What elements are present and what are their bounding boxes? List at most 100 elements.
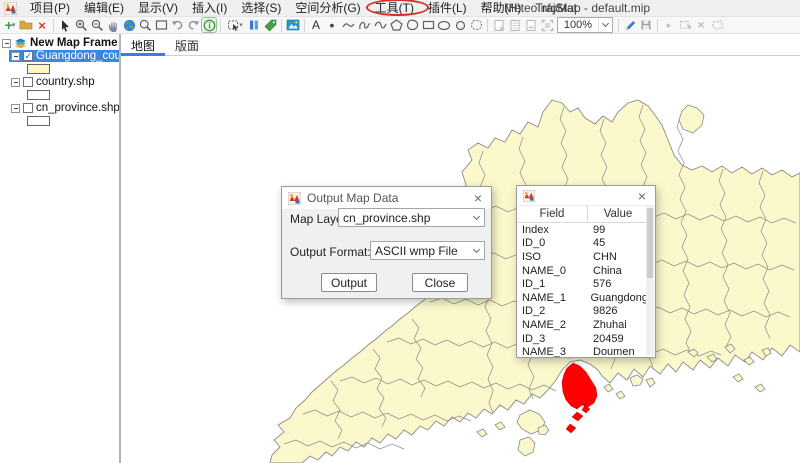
freehand-icon[interactable] bbox=[356, 17, 372, 33]
pointer-icon[interactable] bbox=[57, 17, 73, 33]
undo-icon[interactable] bbox=[169, 17, 185, 33]
table-row[interactable]: NAME_3Doumen bbox=[517, 345, 648, 357]
menu-spatial-analysis[interactable]: 空间分析(G) bbox=[288, 0, 367, 16]
lasso-icon[interactable] bbox=[468, 17, 484, 33]
map-frame-label: New Map Frame bbox=[30, 37, 118, 49]
layer-checkbox-checked[interactable] bbox=[23, 51, 33, 61]
menu-edit[interactable]: 编辑(E) bbox=[77, 0, 131, 16]
value-column-header[interactable]: Value bbox=[588, 206, 648, 222]
layer-node-guangdong-county[interactable]: Guangdong_county.shp bbox=[9, 50, 119, 62]
document-area: 地图 版面 bbox=[121, 34, 800, 463]
value-cell: CHN bbox=[588, 251, 648, 263]
zoom-level-value: 100% bbox=[558, 19, 598, 31]
map-layer-combo[interactable]: cn_province.shp bbox=[338, 208, 485, 227]
view-tabbar: 地图 版面 bbox=[121, 34, 800, 56]
copy-legend-icon[interactable] bbox=[507, 17, 523, 33]
map-canvas[interactable]: Output Map Data × Map Layer: cn_province… bbox=[121, 57, 800, 463]
selected-region-doumen[interactable] bbox=[562, 363, 597, 433]
layer-checkbox-unchecked[interactable] bbox=[23, 103, 33, 113]
table-row[interactable]: NAME_2Zhuhai bbox=[517, 318, 648, 332]
freehand-polygon-icon[interactable] bbox=[404, 17, 420, 33]
zoom-level-combo[interactable]: 100% bbox=[557, 17, 613, 33]
ellipse-icon[interactable] bbox=[436, 17, 452, 33]
table-row[interactable]: ID_320459 bbox=[517, 332, 648, 346]
select-feature-icon[interactable]: ▾ bbox=[224, 17, 246, 33]
redo-icon[interactable] bbox=[185, 17, 201, 33]
search-icon[interactable] bbox=[137, 17, 153, 33]
table-row[interactable]: Index99 bbox=[517, 223, 648, 237]
menu-tools[interactable]: 工具(T) bbox=[368, 0, 421, 16]
legend-swatch-row bbox=[0, 89, 119, 101]
fit-window-icon[interactable] bbox=[539, 17, 555, 33]
polygon-icon[interactable] bbox=[388, 17, 404, 33]
full-extent-globe-icon[interactable] bbox=[121, 17, 137, 33]
delete-feature-icon[interactable]: × bbox=[693, 17, 709, 33]
zoom-in-icon[interactable] bbox=[73, 17, 89, 33]
field-cell: ID_1 bbox=[517, 278, 588, 290]
edit-pencil-icon[interactable] bbox=[622, 17, 638, 33]
chevron-down-icon[interactable] bbox=[468, 242, 484, 259]
remove-layers-icon[interactable]: × bbox=[34, 17, 50, 33]
save-edits-icon[interactable] bbox=[638, 17, 654, 33]
layer-node-cn-province[interactable]: cn_province.shp bbox=[9, 102, 119, 114]
copy-scalebar-icon[interactable] bbox=[523, 17, 539, 33]
menu-insert[interactable]: 插入(I) bbox=[185, 0, 234, 16]
circle-icon[interactable] bbox=[452, 17, 468, 33]
edit-dropdown-icon[interactable]: ▸ bbox=[661, 17, 677, 33]
dialog-titlebar[interactable]: Output Map Data × bbox=[282, 187, 491, 209]
zoom-combo-dropdown[interactable] bbox=[598, 18, 612, 32]
reshape-feature-icon[interactable] bbox=[709, 17, 725, 33]
close-button[interactable]: Close bbox=[412, 273, 468, 292]
close-icon[interactable]: × bbox=[471, 191, 485, 205]
menu-project[interactable]: 项目(P) bbox=[23, 0, 77, 16]
collapse-icon[interactable] bbox=[11, 78, 20, 87]
legend-swatch-guangdong[interactable] bbox=[27, 64, 50, 74]
field-column-header[interactable]: Field bbox=[517, 206, 588, 222]
layer-checkbox-unchecked[interactable] bbox=[23, 77, 33, 87]
table-row[interactable]: NAME_1Guangdong bbox=[517, 291, 648, 305]
open-file-icon[interactable] bbox=[18, 17, 34, 33]
pan-icon[interactable] bbox=[105, 17, 121, 33]
map-frame-node[interactable]: New Map Frame bbox=[0, 37, 119, 49]
collapse-icon[interactable] bbox=[2, 39, 11, 48]
chevron-down-icon[interactable] bbox=[468, 209, 484, 226]
menu-plugins[interactable]: 插件(L) bbox=[421, 0, 474, 16]
output-format-combo[interactable]: ASCII wmp File bbox=[370, 241, 485, 260]
tab-layout[interactable]: 版面 bbox=[165, 34, 209, 55]
value-cell: 99 bbox=[588, 224, 648, 236]
menu-selection[interactable]: 选择(S) bbox=[234, 0, 288, 16]
table-row[interactable]: ISOCHN bbox=[517, 250, 648, 264]
attribute-columns-icon[interactable] bbox=[246, 17, 262, 33]
layer-label: Guangdong_county.shp bbox=[36, 50, 119, 62]
legend-swatch-country[interactable] bbox=[27, 90, 50, 100]
output-button[interactable]: Output bbox=[321, 273, 377, 292]
table-row[interactable]: ID_045 bbox=[517, 237, 648, 251]
copy-map-icon[interactable] bbox=[491, 17, 507, 33]
identify-icon[interactable] bbox=[201, 17, 217, 33]
image-view-icon[interactable] bbox=[285, 17, 301, 33]
table-row[interactable]: ID_29826 bbox=[517, 305, 648, 319]
zoom-out-icon[interactable] bbox=[89, 17, 105, 33]
collapse-icon[interactable] bbox=[11, 52, 20, 61]
tab-map[interactable]: 地图 bbox=[121, 34, 165, 55]
legend-swatch-cn-province[interactable] bbox=[27, 116, 50, 126]
table-row[interactable]: NAME_0China bbox=[517, 264, 648, 278]
toolbar-separator bbox=[304, 19, 305, 32]
curve-icon[interactable] bbox=[372, 17, 388, 33]
text-icon[interactable]: A bbox=[308, 17, 324, 33]
scrollbar-thumb[interactable] bbox=[647, 208, 653, 278]
zoom-rectangle-icon[interactable] bbox=[153, 17, 169, 33]
collapse-icon[interactable] bbox=[11, 104, 20, 113]
vertical-scrollbar[interactable] bbox=[646, 206, 654, 356]
add-layer-icon[interactable]: +▾ bbox=[2, 17, 18, 33]
close-icon[interactable]: × bbox=[635, 189, 649, 203]
dialog-titlebar[interactable]: × bbox=[517, 186, 655, 206]
rectangle-icon[interactable] bbox=[420, 17, 436, 33]
label-icon[interactable] bbox=[262, 17, 278, 33]
layer-node-country[interactable]: country.shp bbox=[9, 76, 119, 88]
point-icon[interactable]: • bbox=[324, 17, 340, 33]
polyline-icon[interactable] bbox=[340, 17, 356, 33]
menu-view[interactable]: 显示(V) bbox=[131, 0, 185, 16]
table-row[interactable]: ID_1576 bbox=[517, 277, 648, 291]
add-feature-icon[interactable] bbox=[677, 17, 693, 33]
